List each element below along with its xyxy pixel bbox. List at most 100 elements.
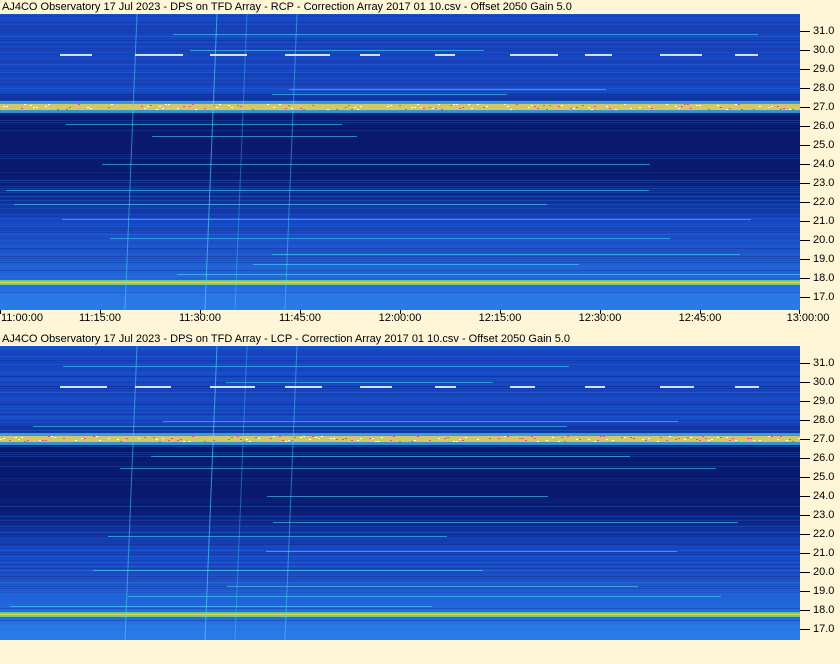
band-speckle	[153, 437, 155, 438]
y-tick	[800, 439, 810, 440]
noise-line	[0, 278, 800, 279]
band-speckle	[669, 436, 671, 437]
band-speckle	[237, 105, 239, 106]
band-speckle	[270, 438, 272, 439]
interference-line	[272, 94, 507, 95]
noise-line	[0, 246, 800, 247]
band-speckle	[435, 108, 437, 109]
noise-line	[0, 528, 800, 529]
band-speckle	[204, 108, 206, 109]
band-speckle	[372, 438, 374, 439]
band-speckle	[360, 438, 362, 439]
band-speckle	[69, 107, 71, 108]
noise-line	[0, 486, 800, 487]
band-speckle	[165, 104, 167, 105]
band-speckle	[600, 436, 602, 437]
band-speckle	[168, 104, 170, 105]
band-speckle	[525, 440, 527, 441]
band-speckle	[3, 438, 5, 439]
noise-line	[0, 74, 800, 75]
noise-line	[0, 40, 800, 41]
noise-line	[0, 176, 800, 177]
band-speckle	[240, 439, 242, 440]
band-speckle	[690, 437, 692, 438]
noise-line	[0, 526, 800, 527]
panel-title-lcp: AJ4CO Observatory 17 Jul 2023 - DPS on T…	[2, 333, 570, 345]
noise-line	[0, 398, 800, 399]
interference-line	[10, 606, 432, 607]
signal-dash	[435, 386, 456, 388]
band-speckle	[90, 108, 92, 109]
band-speckle	[300, 108, 302, 109]
band-speckle	[534, 106, 536, 107]
noise-line	[0, 572, 800, 573]
noise-line	[0, 384, 800, 385]
noise-line	[0, 62, 800, 63]
band-speckle	[651, 108, 653, 109]
band-speckle	[237, 436, 239, 437]
band-speckle	[285, 108, 287, 109]
band-speckle	[147, 106, 149, 107]
noise-line	[0, 498, 800, 499]
band-speckle	[99, 440, 101, 441]
y-tick	[800, 183, 810, 184]
band-speckle	[771, 106, 773, 107]
noise-line	[0, 220, 800, 221]
interference-line	[227, 586, 638, 587]
interference-line	[272, 254, 740, 255]
noise-line	[0, 432, 800, 433]
y-tick-label: 26.0	[813, 120, 835, 132]
band-speckle	[156, 439, 158, 440]
band-speckle	[180, 439, 182, 440]
band-speckle	[183, 441, 185, 442]
band-speckle	[228, 439, 230, 440]
noise-line	[0, 520, 800, 521]
noise-line	[0, 492, 800, 493]
noise-line	[0, 86, 800, 87]
band-speckle	[423, 108, 425, 109]
y-tick	[800, 126, 810, 127]
band-speckle	[717, 105, 719, 106]
signal-dash	[660, 54, 702, 56]
band-speckle	[24, 441, 26, 442]
band-speckle	[327, 109, 329, 110]
noise-line	[0, 14, 800, 15]
band-speckle	[552, 437, 554, 438]
noise-line	[0, 154, 800, 155]
interference-line	[289, 89, 606, 90]
band-speckle	[561, 105, 563, 106]
noise-line	[0, 372, 800, 373]
band-speckle	[684, 439, 686, 440]
noise-line	[0, 478, 800, 479]
y-tick	[800, 458, 810, 459]
band-speckle	[24, 104, 26, 105]
band-speckle	[282, 440, 284, 441]
noise-line	[0, 550, 800, 551]
noise-line	[0, 234, 800, 235]
noise-line	[0, 564, 800, 565]
noise-line	[0, 272, 800, 273]
band-speckle	[606, 106, 608, 107]
noise-line	[0, 418, 800, 419]
noise-line	[0, 290, 800, 291]
band-speckle	[228, 105, 230, 106]
interference-line	[14, 204, 547, 205]
noise-line	[0, 76, 800, 77]
band-speckle	[6, 106, 8, 107]
band-speckle	[447, 437, 449, 438]
band-speckle	[738, 104, 740, 105]
band-speckle	[771, 436, 773, 437]
noise-line	[0, 226, 800, 227]
band-speckle	[507, 436, 509, 437]
band-speckle	[489, 438, 491, 439]
noise-line	[0, 140, 800, 141]
y-tick	[800, 145, 810, 146]
interference-line	[273, 522, 738, 523]
band-speckle	[51, 436, 53, 437]
y-tick-label: 22.0	[813, 196, 835, 208]
noise-line	[0, 352, 800, 353]
band-speckle	[315, 437, 317, 438]
signal-dash	[585, 386, 605, 388]
noise-line	[0, 584, 800, 585]
noise-line	[0, 580, 800, 581]
